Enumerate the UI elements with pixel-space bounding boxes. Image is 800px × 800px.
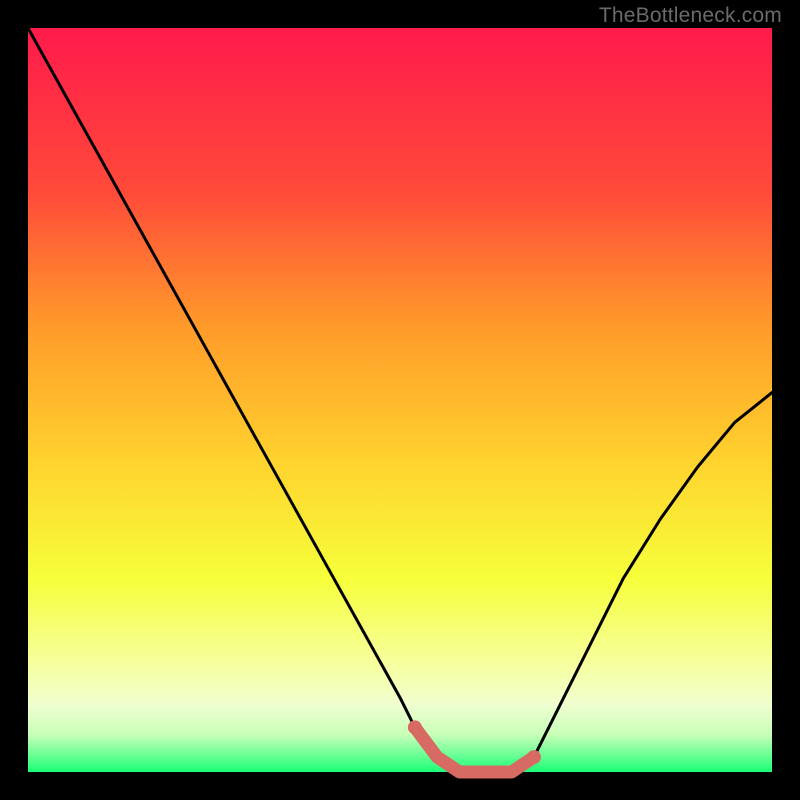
optimum-marker-right <box>527 750 541 764</box>
bottleneck-chart <box>0 0 800 800</box>
plot-area <box>28 28 772 772</box>
watermark-text: TheBottleneck.com <box>599 4 782 28</box>
optimum-marker-left <box>408 720 422 734</box>
chart-container: TheBottleneck.com <box>0 0 800 800</box>
